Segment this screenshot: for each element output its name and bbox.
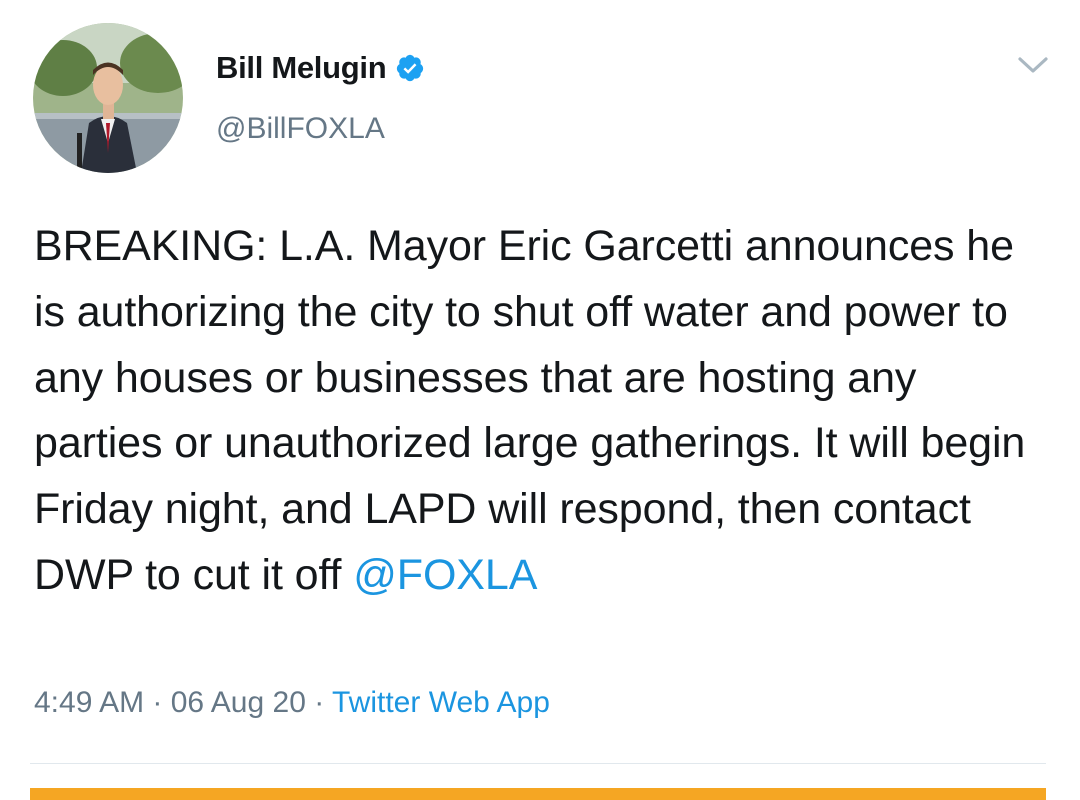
meta-separator: ·	[144, 686, 171, 719]
avatar-photo	[33, 23, 183, 173]
meta-separator: ·	[305, 686, 333, 719]
avatar[interactable]	[33, 23, 183, 173]
chevron-down-icon[interactable]	[1016, 52, 1050, 78]
author-name-row: Bill Melugin	[216, 48, 425, 88]
bottom-accent-bar	[30, 788, 1046, 800]
tweet-meta: 4:49 AM · 06 Aug 20 · Twitter Web App	[34, 686, 550, 720]
tweet-text: BREAKING: L.A. Mayor Eric Garcetti annou…	[34, 214, 1044, 609]
tweet-card: Bill Melugin @BillFOXLA BREAKING: L.A. M…	[0, 0, 1080, 800]
verified-badge-icon	[395, 53, 425, 83]
mention-link[interactable]: @FOXLA	[353, 551, 537, 599]
tweet-date[interactable]: 06 Aug 20	[171, 686, 306, 719]
author-handle[interactable]: @BillFOXLA	[216, 112, 385, 146]
tweet-body: BREAKING: L.A. Mayor Eric Garcetti annou…	[34, 222, 1026, 599]
author-display-name[interactable]: Bill Melugin	[216, 50, 387, 86]
tweet-time[interactable]: 4:49 AM	[34, 686, 144, 719]
tweet-source-link[interactable]: Twitter Web App	[332, 686, 550, 719]
divider	[30, 763, 1046, 764]
